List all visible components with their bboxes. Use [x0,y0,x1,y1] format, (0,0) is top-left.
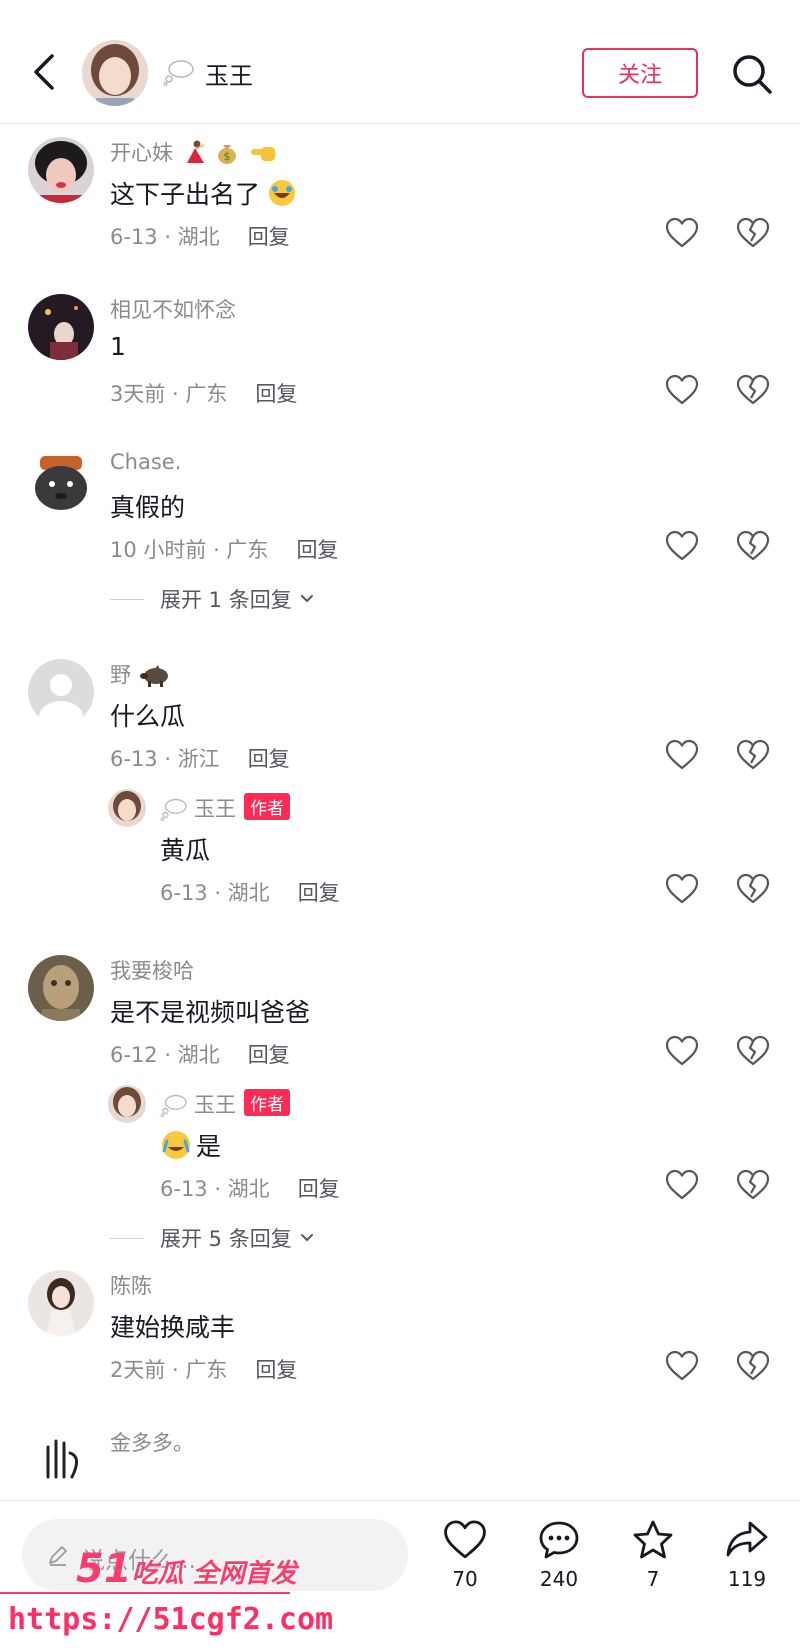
pen-icon [49,1546,67,1566]
broken-heart-icon[interactable] [736,1169,770,1201]
avatar[interactable] [28,659,94,725]
comment-username[interactable]: Chase. [110,450,181,474]
watermark-url: https://51cgf2.com [8,1602,334,1637]
comment-text: 这下子出名了 [110,175,296,211]
reply-meta: 6-13 · 湖北 回复 [160,881,340,905]
reply-button[interactable]: 回复 [248,225,290,249]
comment-meta: 6-12 · 湖北 回复 [110,1043,290,1067]
heart-outline-icon[interactable] [665,1350,699,1382]
share-count: 119 [727,1567,767,1591]
reply-button[interactable]: 回复 [255,1358,297,1382]
star-icon [633,1520,673,1559]
heart-outline-icon[interactable] [665,217,699,249]
comment-text: 1 [110,332,126,361]
expand-replies-button[interactable]: 展开 1 条回复 [110,584,316,614]
share-arrow-icon [726,1521,768,1557]
broken-heart-icon[interactable] [736,530,770,562]
chevron-down-icon [300,1234,313,1242]
author-badge: 作者 [244,793,290,820]
heart-outline-icon[interactable] [665,739,699,771]
rofl-emoji-icon [268,179,296,207]
broken-heart-icon[interactable] [736,873,770,905]
broken-heart-icon[interactable] [736,1350,770,1382]
broken-heart-icon[interactable] [736,217,770,249]
thought-bubble-icon [163,60,194,86]
share-action-button[interactable]: 119 [712,1519,782,1591]
reply-avatar[interactable] [108,1085,146,1123]
comment-bubble-icon [539,1521,579,1559]
header-bar: 玉王 关注 [0,0,800,124]
watermark-divider [0,1592,290,1594]
heart-outline-icon[interactable] [665,1035,699,1067]
heart-outline-icon[interactable] [665,873,699,905]
chevron-left-icon[interactable] [24,50,64,94]
comment-list[interactable]: 开心妹 $ 这下子出名了 6-13 · 湖北 回复 相见不如怀念 1 3天前 · … [0,125,800,1500]
thought-bubble-icon [160,1094,187,1118]
heart-outline-icon[interactable] [665,374,699,406]
money-bag-emoji-icon: $ [214,139,240,165]
heart-outline-icon [444,1520,486,1559]
avatar[interactable] [28,450,94,516]
comment-username[interactable]: 相见不如怀念 [110,294,236,324]
reply-text: 黄瓜 [160,836,211,865]
comment-count: 240 [539,1567,579,1591]
author-avatar[interactable] [82,40,148,106]
comment-action-button[interactable]: 240 [524,1519,594,1591]
avatar[interactable] [28,1427,94,1493]
crying-laughing-emoji-icon [160,1129,192,1161]
broken-heart-icon[interactable] [736,1035,770,1067]
comment-username[interactable]: 金多多。 [110,1427,194,1457]
divider [110,598,144,600]
search-icon[interactable] [730,52,774,96]
reply-button[interactable]: 回复 [248,1043,290,1067]
reply-button[interactable]: 回复 [255,382,297,406]
reply-button[interactable]: 回复 [298,1177,340,1201]
thought-bubble-icon [160,798,187,822]
comment-text: 是不是视频叫爸爸 [110,998,311,1027]
reply-button[interactable]: 回复 [248,747,290,771]
chevron-down-icon [300,595,313,603]
comment-text: 建始换咸丰 [110,1313,236,1342]
boar-emoji-icon [139,661,170,687]
comment-username[interactable]: 开心妹 $ [110,137,277,167]
author-badge: 作者 [244,1089,290,1116]
pointing-left-emoji-icon [247,139,277,165]
broken-heart-icon[interactable] [736,374,770,406]
svg-text:$: $ [224,150,231,163]
avatar[interactable] [28,137,94,203]
reply-meta: 6-13 · 湖北 回复 [160,1177,340,1201]
expand-replies-button[interactable]: 展开 5 条回复 [110,1223,316,1253]
watermark-brand: 51吃瓜 全网首发 [76,1546,297,1592]
comment-text: 什么瓜 [110,702,186,731]
favorite-count: 7 [646,1567,660,1591]
reply-username[interactable]: 玉王 作者 [160,1089,290,1119]
comment-meta: 2天前 · 广东 回复 [110,1358,298,1382]
comment-username[interactable]: 野 [110,659,170,689]
comment-meta: 6-13 · 湖北 回复 [110,225,290,249]
comment-text: 真假的 [110,493,186,522]
reply-avatar[interactable] [108,789,146,827]
reply-text: 是 [160,1127,221,1163]
like-action-button[interactable]: 70 [430,1519,500,1591]
comment-username[interactable]: 我要梭哈 [110,955,194,985]
avatar[interactable] [28,294,94,360]
like-count: 70 [452,1567,478,1591]
heart-outline-icon[interactable] [665,530,699,562]
comment-meta: 10 小时前 · 广东 回复 [110,538,339,562]
comment-meta: 3天前 · 广东 回复 [110,382,298,406]
divider [110,1237,144,1239]
reply-button[interactable]: 回复 [296,538,338,562]
avatar[interactable] [28,955,94,1021]
broken-heart-icon[interactable] [736,739,770,771]
author-name[interactable]: 玉王 [205,56,253,91]
heart-outline-icon[interactable] [665,1169,699,1201]
dancer-emoji-icon [182,139,208,165]
reply-button[interactable]: 回复 [298,881,340,905]
comment-username[interactable]: 陈陈 [110,1270,152,1300]
favorite-action-button[interactable]: 7 [618,1519,688,1591]
follow-button[interactable]: 关注 [582,48,698,98]
avatar[interactable] [28,1270,94,1336]
reply-username[interactable]: 玉王 作者 [160,793,290,823]
comment-meta: 6-13 · 浙江 回复 [110,747,290,771]
